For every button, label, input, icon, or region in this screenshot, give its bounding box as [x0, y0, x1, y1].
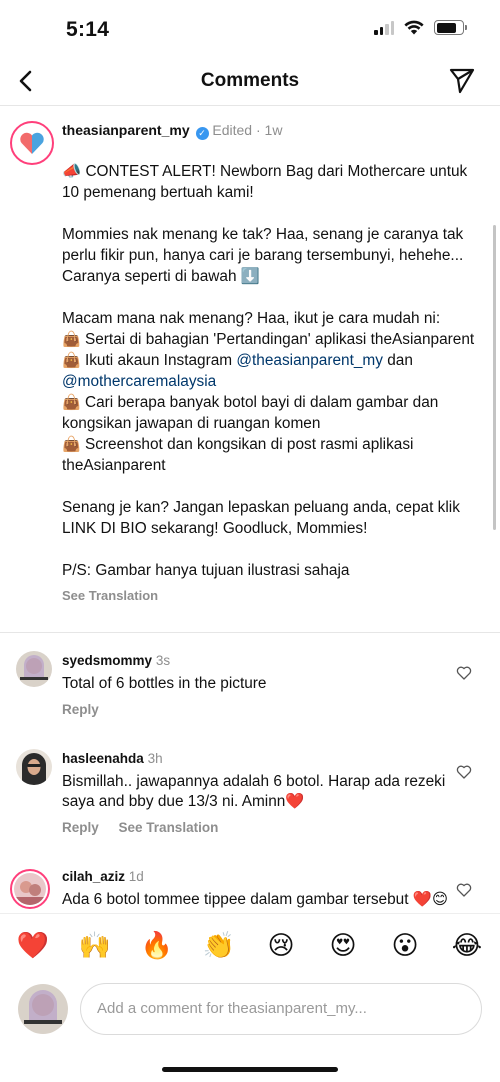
crying-emoji-icon[interactable]: 😢: [264, 930, 298, 962]
like-heart-icon[interactable]: [456, 882, 472, 898]
heart-eyes-emoji-icon[interactable]: 😍: [326, 930, 360, 962]
comment-body: syedsmommy 3s Total of 6 bottles in the …: [62, 651, 452, 720]
heart-logo-icon: [20, 132, 44, 154]
avatar-image: [16, 651, 52, 687]
laughing-emoji-icon[interactable]: 😂: [450, 930, 484, 962]
battery-icon: [434, 20, 467, 35]
bag-emoji-icon: 👜: [62, 436, 81, 453]
avatar-image: [14, 873, 46, 905]
surprised-emoji-icon[interactable]: 😮: [388, 930, 422, 962]
avatar-image: [18, 984, 68, 1034]
comment-body: cilah_aziz 1d Ada 6 botol tommee tippee …: [62, 867, 452, 910]
reply-button[interactable]: Reply: [62, 820, 99, 835]
caption-paragraph: P/S: Gambar hanya tujuan ilustrasi sahaj…: [62, 562, 350, 579]
clapping-emoji-icon[interactable]: 👏: [202, 930, 236, 962]
current-user-avatar[interactable]: [18, 984, 68, 1034]
status-icons: [374, 20, 467, 35]
caption-step: 👜 Sertai di bahagian 'Pertandingan' apli…: [62, 331, 475, 348]
home-indicator[interactable]: [162, 1067, 338, 1072]
bag-emoji-icon: 👜: [62, 331, 81, 348]
like-heart-icon[interactable]: [456, 665, 472, 681]
see-translation-button[interactable]: See Translation: [62, 585, 484, 606]
send-icon[interactable]: [448, 66, 476, 94]
red-heart-emoji-icon[interactable]: ❤️: [16, 930, 50, 962]
comment-item: cilah_aziz 1d Ada 6 botol tommee tippee …: [0, 863, 500, 913]
status-bar: 5:14: [0, 0, 500, 56]
mention-link[interactable]: @theasianparent_my: [236, 352, 383, 369]
bag-emoji-icon: 👜: [62, 394, 81, 411]
comment-time: 3s: [155, 653, 171, 668]
caption-step: 👜 Ikuti akaun Instagram @theasianparent_…: [62, 352, 413, 390]
fire-emoji-icon[interactable]: 🔥: [140, 930, 174, 962]
post-author-avatar[interactable]: [10, 121, 54, 165]
see-translation-button[interactable]: See Translation: [119, 820, 219, 835]
caption-step: 👜 Cari berapa banyak botol bayi di dalam…: [62, 394, 439, 432]
comment-username[interactable]: cilah_aziz: [62, 869, 125, 884]
caption-paragraph: Mommies nak menang ke tak? Haa, senang j…: [62, 226, 464, 285]
post-caption: theasianparent_my ✓ Edited · 1w 📣 CONTES…: [0, 107, 500, 633]
avatar-image: [16, 749, 52, 785]
comment-text: Ada 6 botol tommee tippee dalam gambar t…: [62, 891, 448, 908]
avatar[interactable]: [16, 749, 52, 785]
caption-step: 👜 Screenshot dan kongsikan di post rasmi…: [62, 436, 414, 474]
post-username[interactable]: theasianparent_my: [62, 122, 190, 138]
comment-composer: ❤️ 🙌 🔥 👏 😢 😍 😮 😂 Add a comment for theas…: [0, 913, 500, 1082]
comment-time: 1d: [128, 869, 144, 884]
wifi-icon: [404, 20, 424, 35]
page-title: Comments: [200, 70, 300, 91]
signal-icon: [374, 20, 394, 35]
comment-text: Bismillah.. jawapannya adalah 6 botol. H…: [62, 773, 446, 810]
edited-label: Edited: [212, 122, 253, 138]
caption-paragraph: Macam mana nak menang? Haa, ikut je cara…: [62, 308, 484, 476]
mention-link[interactable]: @mothercaremalaysia: [62, 373, 216, 390]
reaction-bar: ❤️ 🙌 🔥 👏 😢 😍 😮 😂: [16, 930, 484, 962]
avatar[interactable]: [16, 651, 52, 687]
reply-button[interactable]: Reply: [62, 702, 99, 717]
status-time: 5:14: [66, 18, 110, 41]
verified-badge-icon: ✓: [195, 127, 209, 140]
post-time: 1w: [264, 122, 283, 138]
comment-body: hasleenahda 3h Bismillah.. jawapannya ad…: [62, 749, 452, 838]
scrollbar[interactable]: [493, 225, 496, 530]
comment-username[interactable]: hasleenahda: [62, 751, 144, 766]
caption-paragraph: 📣 CONTEST ALERT! Newborn Bag dari Mother…: [62, 163, 468, 201]
avatar[interactable]: [10, 869, 50, 909]
comment-text: Total of 6 bottles in the picture: [62, 675, 267, 692]
raised-hands-emoji-icon[interactable]: 🙌: [78, 930, 112, 962]
comment-username[interactable]: syedsmommy: [62, 653, 152, 668]
caption-paragraph: Senang je kan? Jangan lepaskan peluang a…: [62, 499, 460, 537]
post-meta: theasianparent_my ✓ Edited · 1w: [62, 122, 283, 140]
comment-time: 3h: [147, 751, 163, 766]
bag-emoji-icon: 👜: [62, 352, 81, 369]
caption-line: Macam mana nak menang? Haa, ikut je cara…: [62, 310, 441, 327]
like-heart-icon[interactable]: [456, 764, 472, 780]
header: Comments: [0, 56, 500, 106]
post-body: theasianparent_my ✓ Edited · 1w 📣 CONTES…: [62, 121, 484, 606]
comment-input[interactable]: Add a comment for theasianparent_my...: [80, 983, 482, 1035]
